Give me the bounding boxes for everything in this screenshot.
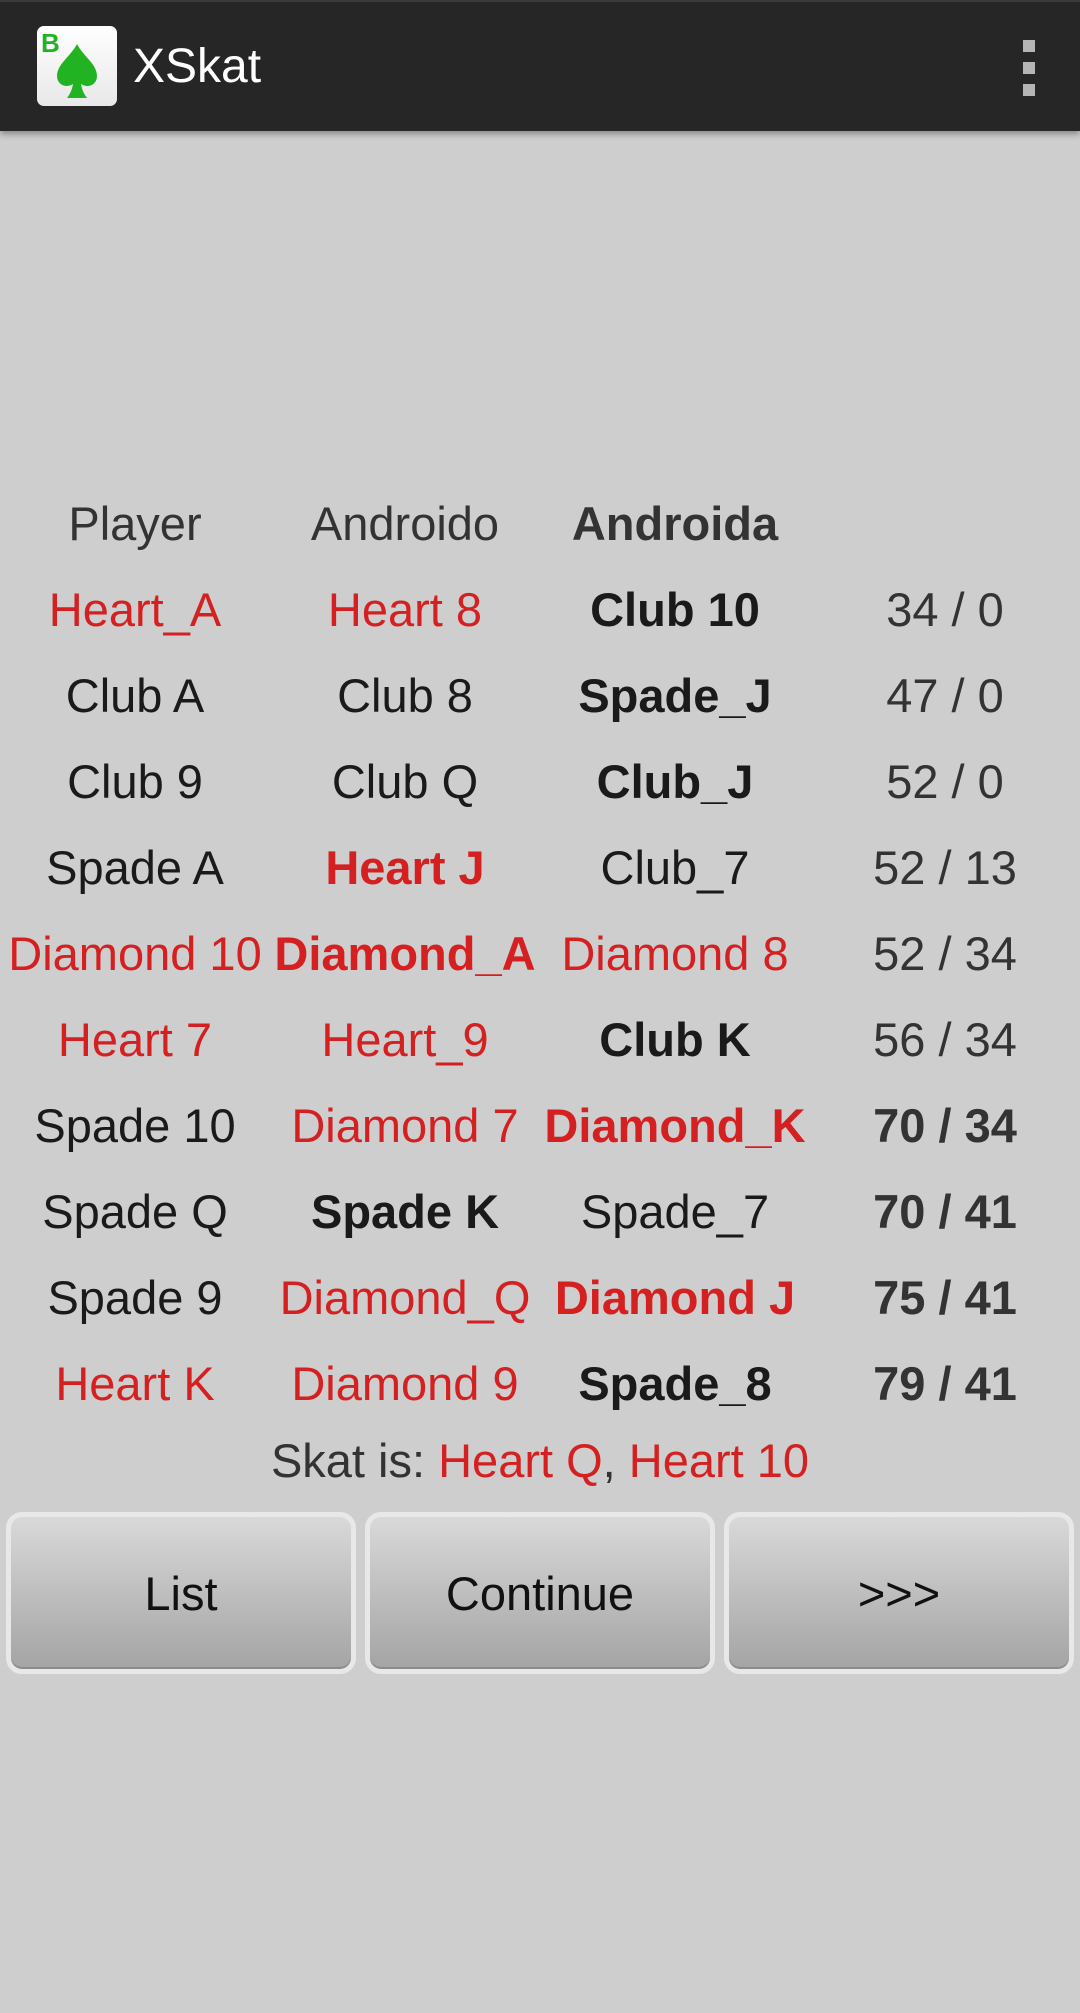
card-cell-player: Club 9 <box>67 754 203 808</box>
score-cell: 79 / 41 <box>873 1356 1017 1410</box>
continue-button[interactable]: Continue <box>365 1512 715 1674</box>
card-cell-androida: Club 10 <box>590 582 760 636</box>
score-cell: 47 / 0 <box>886 668 1004 722</box>
table-row: Club A Club 8 Spade_J 47 / 0 <box>0 652 1080 738</box>
table-header-row: Player Androido Androida <box>0 480 1080 566</box>
skat-info: Skat is: Heart Q, Heart 10 <box>0 1433 1080 1488</box>
card-cell-player: Heart K <box>55 1356 215 1410</box>
header-player: Player <box>68 496 202 550</box>
card-cell-player: Club A <box>65 668 205 722</box>
table-row: Heart 7 Heart_9 Club K 56 / 34 <box>0 996 1080 1082</box>
card-cell-androido: Heart_9 <box>321 1012 489 1066</box>
card-cell-androido: Diamond 7 <box>291 1098 519 1152</box>
skat-card-1: Heart Q <box>438 1434 603 1487</box>
table-row: Heart_A Heart 8 Club 10 34 / 0 <box>0 566 1080 652</box>
card-cell-androida: Diamond_K <box>544 1098 806 1152</box>
svg-text:B: B <box>41 28 60 58</box>
card-cell-androido: Spade K <box>310 1184 500 1238</box>
skat-label: Skat is: <box>270 1434 439 1487</box>
skat-card-2: Heart 10 <box>628 1434 810 1487</box>
app-bar: B XSkat <box>0 0 1080 131</box>
table-row: Spade A Heart J Club_7 52 / 13 <box>0 824 1080 910</box>
card-cell-androido: Diamond_A <box>274 926 536 980</box>
card-cell-player: Heart_A <box>48 582 222 636</box>
card-cell-androida: Diamond 8 <box>561 926 789 980</box>
table-row: Diamond 10 Diamond_A Diamond 8 52 / 34 <box>0 910 1080 996</box>
card-cell-player: Spade 10 <box>34 1098 236 1152</box>
list-button[interactable]: List <box>6 1512 356 1674</box>
score-cell: 70 / 34 <box>873 1098 1017 1152</box>
card-cell-player: Heart 7 <box>57 1012 213 1066</box>
card-cell-androido: Heart J <box>325 840 485 894</box>
card-cell-player: Spade 9 <box>47 1270 223 1324</box>
card-cell-androida: Club_J <box>596 754 754 808</box>
app-title: XSkat <box>133 40 262 93</box>
card-cell-androido: Diamond 9 <box>291 1356 519 1410</box>
trick-table: Player Androido Androida Heart_A Heart 8 C… <box>0 480 1080 1426</box>
score-cell: 34 / 0 <box>886 582 1004 636</box>
score-cell: 52 / 34 <box>873 926 1017 980</box>
button-bar: List Continue >>> <box>6 1512 1074 1674</box>
card-cell-androido: Club Q <box>331 754 479 808</box>
spade-card-icon: B <box>37 26 117 106</box>
score-cell: 56 / 34 <box>873 1012 1017 1066</box>
overflow-menu-icon[interactable] <box>998 32 1058 102</box>
card-cell-androida: Spade_7 <box>580 1184 770 1238</box>
card-cell-player: Spade Q <box>42 1184 228 1238</box>
table-row: Spade 9 Diamond_Q Diamond J 75 / 41 <box>0 1254 1080 1340</box>
card-cell-player: Spade A <box>46 840 224 894</box>
card-cell-androida: Club_7 <box>600 840 750 894</box>
card-cell-androido: Heart 8 <box>327 582 483 636</box>
card-cell-androida: Club K <box>599 1012 751 1066</box>
score-cell: 70 / 41 <box>873 1184 1017 1238</box>
card-cell-player: Diamond 10 <box>8 926 262 980</box>
score-cell: 75 / 41 <box>873 1270 1017 1324</box>
table-row: Spade Q Spade K Spade_7 70 / 41 <box>0 1168 1080 1254</box>
card-cell-androida: Diamond J <box>554 1270 796 1324</box>
table-row: Club 9 Club Q Club_J 52 / 0 <box>0 738 1080 824</box>
card-cell-androida: Spade_J <box>578 668 772 722</box>
score-cell: 52 / 13 <box>873 840 1017 894</box>
score-cell: 52 / 0 <box>886 754 1004 808</box>
header-androida: Androida <box>571 496 779 550</box>
skat-separator: , <box>602 1434 629 1487</box>
card-cell-androido: Diamond_Q <box>279 1270 531 1324</box>
next-button[interactable]: >>> <box>724 1512 1074 1674</box>
card-cell-androido: Club 8 <box>337 668 473 722</box>
table-row: Heart K Diamond 9 Spade_8 79 / 41 <box>0 1340 1080 1426</box>
header-androido: Androido <box>310 496 500 550</box>
table-row: Spade 10 Diamond 7 Diamond_K 70 / 34 <box>0 1082 1080 1168</box>
card-cell-androida: Spade_8 <box>578 1356 772 1410</box>
